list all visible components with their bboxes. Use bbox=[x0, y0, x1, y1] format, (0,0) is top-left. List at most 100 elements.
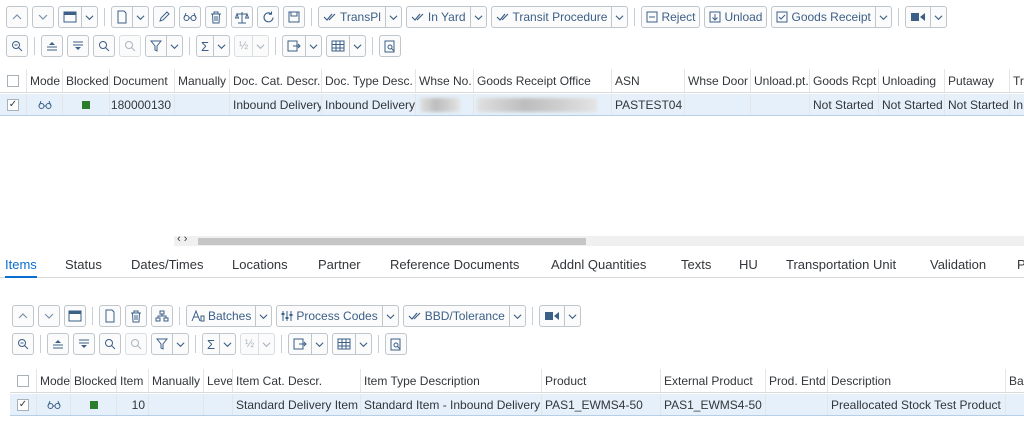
more-actions-button[interactable] bbox=[904, 6, 947, 28]
tab-status[interactable]: Status bbox=[65, 252, 102, 277]
column-header[interactable]: Whse No. bbox=[416, 69, 474, 92]
column-header[interactable]: Description bbox=[828, 369, 1006, 392]
column-header[interactable]: Mode bbox=[37, 369, 71, 392]
column-header[interactable]: Item bbox=[117, 369, 149, 392]
tab-more[interactable]: P bbox=[1017, 252, 1024, 277]
items-scroll-up-button[interactable] bbox=[12, 305, 34, 327]
column-header[interactable]: Tr bbox=[1010, 69, 1024, 92]
subtotal-menu-button[interactable]: ½ bbox=[234, 35, 270, 57]
column-header[interactable]: Doc. Cat. Descr. bbox=[230, 69, 322, 92]
compare-button[interactable] bbox=[231, 6, 253, 28]
items-select-all-checkbox[interactable] bbox=[17, 374, 29, 387]
scroll-down-button[interactable] bbox=[32, 6, 54, 28]
items-more-actions-button[interactable] bbox=[538, 305, 581, 327]
items-sort-descending-button[interactable] bbox=[73, 333, 95, 355]
column-header[interactable]: Goods Rcpt bbox=[810, 69, 879, 92]
items-row-checkbox[interactable]: ✓ bbox=[17, 398, 29, 411]
column-header[interactable]: Mode bbox=[27, 69, 63, 92]
items-mode-cell[interactable] bbox=[37, 394, 71, 415]
tab-addnl-quantities[interactable]: Addnl Quantities bbox=[551, 252, 646, 277]
reject-button[interactable]: Reject bbox=[641, 6, 701, 28]
bbd-tolerance-button[interactable]: BBD/Tolerance bbox=[402, 305, 526, 327]
tab-items[interactable]: Items bbox=[5, 252, 37, 278]
items-filter-menu-button[interactable] bbox=[151, 333, 189, 355]
zoom-button[interactable] bbox=[6, 35, 28, 57]
column-header[interactable]: Ba bbox=[1006, 369, 1024, 392]
export-menu-button[interactable] bbox=[282, 35, 323, 57]
select-all-checkbox-cell[interactable] bbox=[0, 69, 27, 92]
sum-menu-button[interactable]: Σ bbox=[196, 35, 231, 57]
column-header[interactable]: External Product bbox=[661, 369, 766, 392]
row-checkbox[interactable]: ✓ bbox=[7, 98, 19, 111]
scroll-arrows[interactable]: ‹ › bbox=[177, 233, 187, 245]
item-cell[interactable]: 10 bbox=[117, 394, 149, 415]
items-find-button[interactable] bbox=[99, 333, 121, 355]
tab-locations[interactable]: Locations bbox=[232, 252, 288, 277]
document-cell[interactable]: 180000130 bbox=[110, 94, 175, 115]
items-new-button[interactable] bbox=[99, 305, 121, 327]
save-button[interactable] bbox=[283, 6, 305, 28]
layout-menu-button[interactable] bbox=[58, 6, 98, 28]
items-find-next-button[interactable] bbox=[125, 333, 147, 355]
unload-button[interactable]: Unload bbox=[704, 6, 768, 28]
column-header[interactable]: Blocked bbox=[63, 69, 110, 92]
in-yard-button[interactable]: In Yard bbox=[405, 6, 487, 28]
column-header[interactable]: Prod. Entd bbox=[766, 369, 828, 392]
column-header[interactable]: Blocked bbox=[71, 369, 117, 392]
items-layout-button[interactable] bbox=[64, 305, 86, 327]
column-header[interactable]: Whse Door bbox=[685, 69, 751, 92]
goods-receipt-button[interactable]: Goods Receipt bbox=[771, 6, 892, 28]
column-header[interactable]: Item Type Description bbox=[361, 369, 542, 392]
items-sum-menu-button[interactable]: Σ bbox=[202, 333, 237, 355]
column-header[interactable]: Goods Receipt Office bbox=[474, 69, 612, 92]
sort-descending-button[interactable] bbox=[67, 35, 89, 57]
edit-button[interactable] bbox=[153, 6, 175, 28]
scroll-up-button[interactable] bbox=[6, 6, 28, 28]
select-all-checkbox[interactable] bbox=[7, 74, 19, 87]
tab-hu[interactable]: HU bbox=[739, 252, 758, 277]
column-header[interactable]: Level bbox=[204, 369, 233, 392]
items-subtotal-menu-button[interactable]: ½ bbox=[240, 333, 276, 355]
column-header[interactable]: Item Cat. Descr. bbox=[233, 369, 361, 392]
items-row-checkbox-cell[interactable]: ✓ bbox=[10, 394, 37, 415]
layout-grid-menu-button[interactable] bbox=[326, 35, 367, 57]
horizontal-scrollbar[interactable]: ‹ › bbox=[174, 233, 1024, 246]
mode-cell[interactable] bbox=[27, 94, 63, 115]
column-header[interactable]: Product bbox=[542, 369, 661, 392]
tab-transportation-unit[interactable]: Transportation Unit bbox=[786, 252, 896, 277]
items-zoom-button[interactable] bbox=[12, 333, 34, 355]
refresh-button[interactable] bbox=[257, 6, 279, 28]
column-header[interactable]: Unloading bbox=[879, 69, 945, 92]
transit-procedure-button[interactable]: Transit Procedure bbox=[490, 6, 629, 28]
tab-validation[interactable]: Validation bbox=[930, 252, 986, 277]
tab-partner[interactable]: Partner bbox=[318, 252, 361, 277]
details-button[interactable] bbox=[379, 35, 402, 57]
find-button[interactable] bbox=[93, 35, 115, 57]
batches-button[interactable]: Batches bbox=[186, 305, 273, 327]
scrollbar-thumb[interactable] bbox=[198, 238, 586, 245]
row-checkbox-cell[interactable]: ✓ bbox=[0, 94, 27, 115]
column-header[interactable]: Document bbox=[110, 69, 175, 92]
process-codes-button[interactable]: Process Codes bbox=[276, 305, 399, 327]
column-header[interactable]: Manually bbox=[175, 69, 230, 92]
items-export-menu-button[interactable] bbox=[288, 333, 329, 355]
sort-ascending-button[interactable] bbox=[41, 35, 63, 57]
column-header[interactable]: Manually bbox=[149, 369, 204, 392]
find-next-button[interactable] bbox=[119, 35, 141, 57]
table-row[interactable]: ✓ 10 Standard Delivery Item Standard Ite… bbox=[10, 394, 1024, 416]
transpl-button[interactable]: TransPl bbox=[318, 6, 402, 28]
filter-menu-button[interactable] bbox=[145, 35, 183, 57]
column-header[interactable]: ASN bbox=[612, 69, 685, 92]
table-row[interactable]: ✓ 180000130 Inbound Delivery Inbound Del… bbox=[0, 94, 1024, 116]
items-hierarchy-button[interactable] bbox=[151, 305, 173, 327]
items-select-all-cell[interactable] bbox=[10, 369, 37, 392]
items-scroll-down-button[interactable] bbox=[38, 305, 60, 327]
items-sort-ascending-button[interactable] bbox=[47, 333, 69, 355]
items-layout-grid-menu-button[interactable] bbox=[332, 333, 373, 355]
tab-texts[interactable]: Texts bbox=[681, 252, 711, 277]
display-button[interactable] bbox=[179, 6, 201, 28]
items-delete-button[interactable] bbox=[125, 305, 147, 327]
tab-dates-times[interactable]: Dates/Times bbox=[131, 252, 203, 277]
delete-button[interactable] bbox=[205, 6, 227, 28]
column-header[interactable]: Doc. Type Desc. bbox=[322, 69, 416, 92]
